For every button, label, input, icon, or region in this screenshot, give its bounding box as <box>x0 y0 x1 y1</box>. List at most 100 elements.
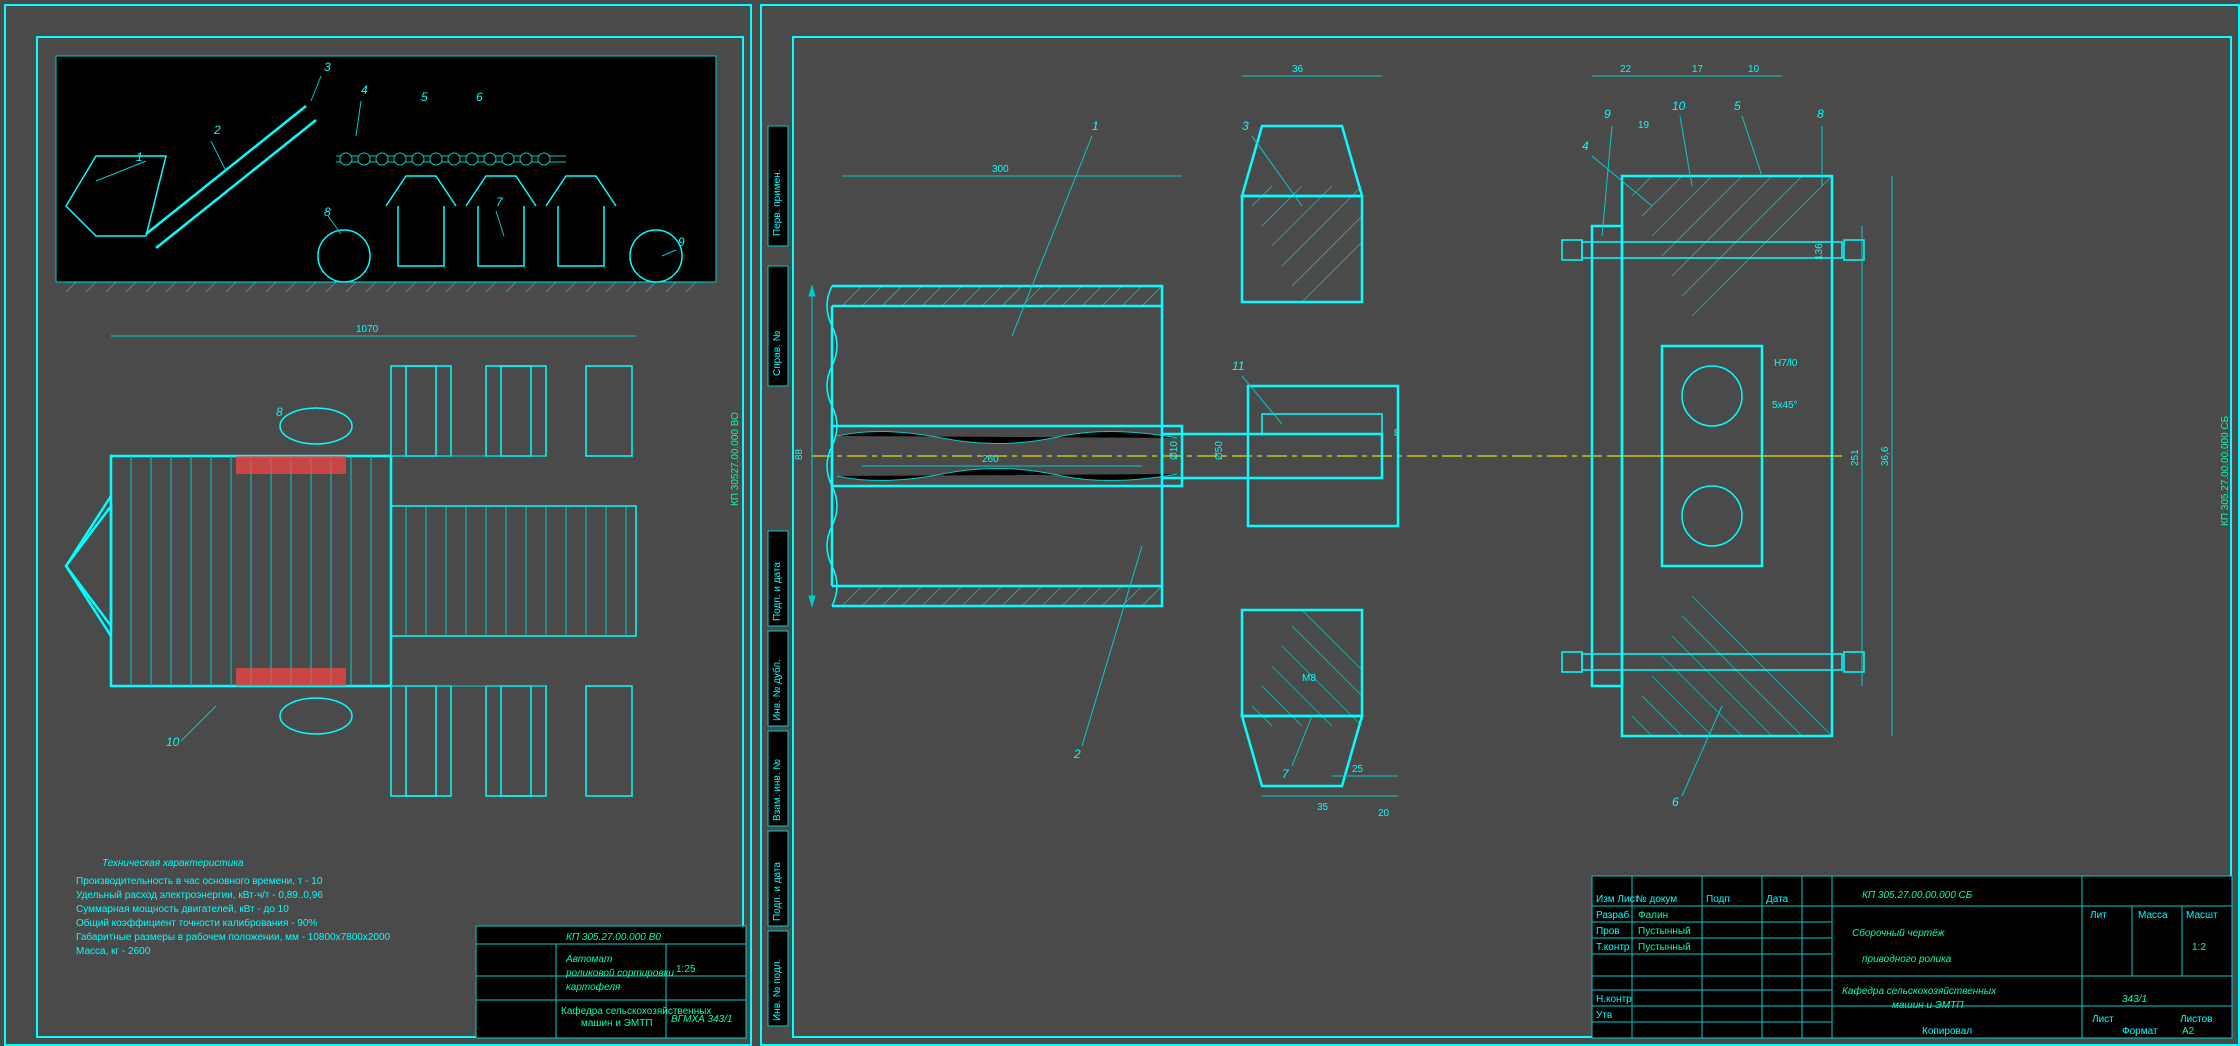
plan-view: 8 10 <box>66 366 636 796</box>
part-6: 6 <box>476 90 483 104</box>
dim-300: 300 <box>992 164 1009 175</box>
dim-88: 88 <box>794 448 805 460</box>
rp1: 1 <box>1092 119 1099 133</box>
lt-uni: ВГМХА 343/1 <box>671 1014 733 1025</box>
rp4: 4 <box>1582 139 1589 153</box>
c-n2: Пустынный <box>1638 926 1691 937</box>
side-tabs: Перв. примен. Справ. № Подп. и дата Инв.… <box>768 126 788 1026</box>
right-title-block: КП 305.27.00.00.000 СБ Сборочный чертёж … <box>1592 876 2232 1038</box>
rp9: 9 <box>1604 107 1611 121</box>
dim-25: 25 <box>1352 764 1364 775</box>
rtb-listov: Листов <box>2180 1014 2213 1025</box>
c-kop: Копировал <box>1922 1026 1972 1037</box>
dim-fit: H7/l0 <box>1774 358 1798 369</box>
right-svg: КП 305.27.00.00.000 СБ Перв. примен. Спр… <box>762 6 2238 1044</box>
r-side-code: КП 305.27.00.00.000 СБ <box>2220 415 2231 526</box>
lt-t3: картофеля <box>566 981 621 993</box>
c-data: Дата <box>1766 894 1789 905</box>
part-8b: 8 <box>276 405 283 419</box>
rtb-lit: Лит <box>2090 910 2107 921</box>
left-title-block: КП 305.27.00.000 В0 Автомат роликовой со… <box>476 926 746 1038</box>
c-fmt-v: А2 <box>2182 1026 2195 1037</box>
c-podp: Подп <box>1706 894 1730 905</box>
part-5: 5 <box>421 90 428 104</box>
rp6: 6 <box>1672 795 1679 809</box>
c-fmt: Формат <box>2122 1026 2158 1037</box>
c-utv: Утв <box>1596 1010 1612 1021</box>
svg-text:Инв. № подл.: Инв. № подл. <box>772 959 783 1021</box>
svg-text:Перв. примен.: Перв. примен. <box>772 170 783 236</box>
dim-key: 8 <box>1394 428 1400 439</box>
dim-b9: 19 <box>1638 120 1650 131</box>
part-2: 2 <box>213 123 221 137</box>
rtb-msht: Масшт <box>2186 910 2218 921</box>
rp8: 8 <box>1817 107 1824 121</box>
svg-text:Подп. и дата: Подп. и дата <box>772 562 783 621</box>
part-8a: 8 <box>324 205 331 219</box>
rp2: 2 <box>1073 747 1081 761</box>
right-drawing-sheet: КП 305.27.00.00.000 СБ Перв. примен. Спр… <box>760 4 2240 1046</box>
c-razrab: Разраб <box>1596 909 1629 921</box>
tech-l2: Удельный расход электроэнергии, кВт·ч/т … <box>76 890 323 901</box>
side-code: КП 30527.00.000 ВО <box>730 412 741 506</box>
lt-t1: Автомат <box>565 954 612 965</box>
rtb-dept2: машин и ЭМТП <box>1892 1000 1964 1011</box>
dim-m8: M8 <box>1302 673 1316 684</box>
c-n3: Пустынный <box>1638 942 1691 953</box>
rtb-scale: 1:2 <box>2192 942 2206 953</box>
lt-t2: роликовой сортировки <box>565 968 674 979</box>
roller-body <box>827 286 1182 606</box>
dim-251: 251 <box>1850 449 1861 466</box>
dim-545: 5x45° <box>1772 400 1798 411</box>
part-1: 1 <box>136 150 143 164</box>
c-doc: № докум <box>1636 894 1677 905</box>
rtb-massa: Масса <box>2138 910 2168 921</box>
dim-22: 22 <box>1620 64 1632 75</box>
dim-17: 17 <box>1692 64 1704 75</box>
rp11: 11 <box>1232 359 1244 373</box>
tech-l1: Производительность в час основного време… <box>76 876 323 887</box>
part-3: 3 <box>324 60 331 74</box>
c-prov: Пров <box>1596 926 1620 937</box>
rp7: 7 <box>1282 767 1290 781</box>
part-9: 9 <box>678 235 685 249</box>
dim-366: 36,6 <box>1880 446 1891 466</box>
rtb-t2: приводного ролика <box>1862 954 1952 965</box>
dim-35: 35 <box>1317 802 1329 813</box>
tech-h: Техническая характеристика <box>102 858 244 869</box>
svg-text:Инв. № дубл.: Инв. № дубл. <box>771 659 783 721</box>
left-svg: КП 30527.00.000 ВО 1 2 3 4 5 6 8 9 <box>6 6 750 1044</box>
svg-text:Подп. и дата: Подп. и дата <box>772 862 783 921</box>
rtb-dept: Кафедра сельскохозяйственных <box>1842 985 1997 997</box>
c-tk: Т.контр <box>1596 942 1630 953</box>
lt-scale: 1:25 <box>676 964 696 975</box>
dim-36: 36 <box>1292 64 1304 75</box>
svg-text:Справ. №: Справ. № <box>772 330 783 376</box>
lt-dept2: машин и ЭМТП <box>581 1018 653 1029</box>
rtb-t1: Сборочный чертёж <box>1852 927 1946 939</box>
c-n1: Фалин <box>1638 910 1668 921</box>
dim-136: 136 <box>1814 243 1825 260</box>
rtb-grp: 343/1 <box>2122 994 2147 1005</box>
scheme-box <box>56 56 716 282</box>
part-10: 10 <box>166 735 180 749</box>
dim-d50: Ø50 <box>1214 441 1225 460</box>
part-4: 4 <box>361 83 368 97</box>
dim-10: 10 <box>1748 64 1760 75</box>
dim-260: 260 <box>982 454 999 465</box>
plan-dim: 1070 <box>356 324 379 335</box>
rp3: 3 <box>1242 119 1249 133</box>
rp5: 5 <box>1734 99 1741 113</box>
ground <box>66 282 706 292</box>
c-izm: Изм Лист <box>1596 894 1640 905</box>
lt-code: КП 305.27.00.000 В0 <box>566 932 661 943</box>
dim-d10: Ø10 <box>1169 441 1180 460</box>
c-nk: Н.контр <box>1596 994 1632 1005</box>
tech-l6: Масса, кг - 2600 <box>76 946 151 957</box>
rtb-list: Лист <box>2092 1014 2114 1025</box>
left-drawing-sheet: КП 30527.00.000 ВО 1 2 3 4 5 6 8 9 <box>4 4 752 1046</box>
rp10: 10 <box>1672 99 1686 113</box>
tech-l5: Габаритные размеры в рабочем положении, … <box>76 931 391 943</box>
rtb-code: КП 305.27.00.00.000 СБ <box>1862 890 1973 901</box>
tech-l3: Суммарная мощность двигателей, кВт - до … <box>76 904 289 915</box>
